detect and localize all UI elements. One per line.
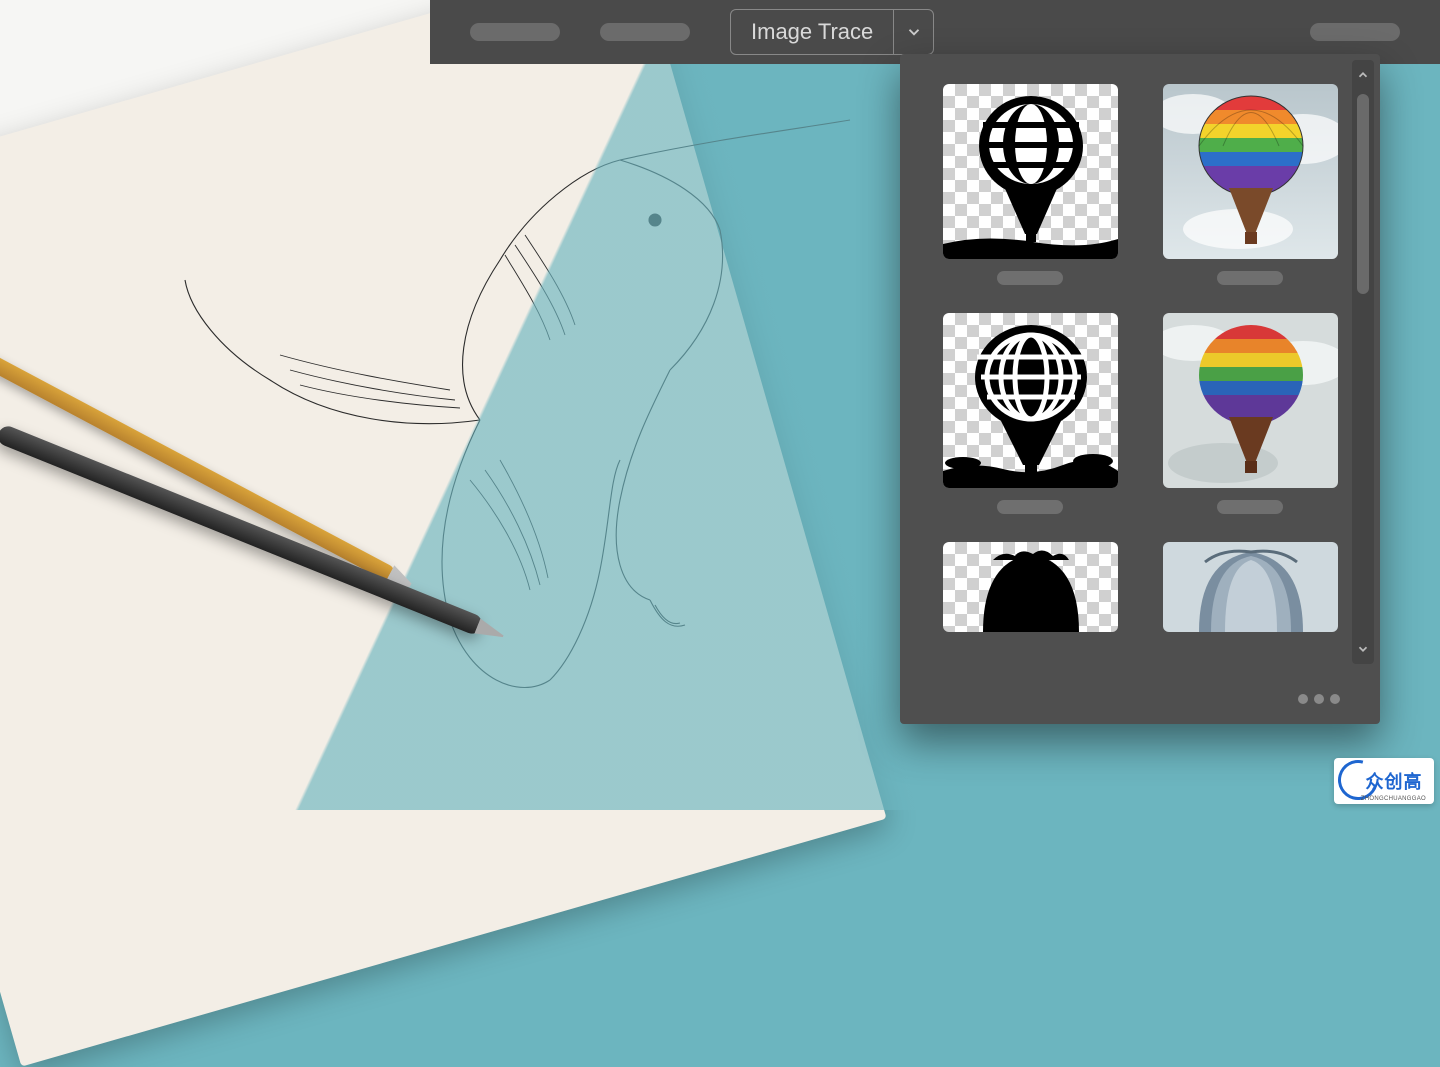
scroll-up-icon[interactable] [1352,60,1374,90]
panel-scrollbar[interactable] [1352,60,1374,664]
preset-thumb-color [1163,542,1338,632]
preset-item[interactable] [934,313,1126,514]
scrollbar-thumb[interactable] [1357,94,1369,294]
preset-label [1217,500,1283,514]
preset-label [1217,271,1283,285]
preset-thumb-color [1163,84,1338,259]
preset-label [997,500,1063,514]
panel-menu-icon[interactable] [1330,694,1340,704]
panel-menu-icon[interactable] [1298,694,1308,704]
preset-thumb-color [1163,313,1338,488]
preset-item[interactable] [934,84,1126,285]
preset-grid [934,84,1346,632]
dropdown-label: Image Trace [731,19,893,45]
preset-thumb-bw [943,542,1118,632]
preset-thumb-bw [943,313,1118,488]
scroll-down-icon[interactable] [1352,634,1374,664]
hummingbird-sketch [150,80,870,720]
image-trace-presets-panel [900,54,1380,724]
panel-menu-icon[interactable] [1314,694,1324,704]
toolbar-placeholder [600,23,690,41]
panel-footer [900,674,1380,724]
chevron-down-icon[interactable] [893,10,933,54]
watermark-logo: 众创高 ZHONGCHUANGGAO [1334,758,1434,804]
preset-thumb-bw [943,84,1118,259]
preset-item[interactable] [934,542,1126,632]
preset-item[interactable] [1154,84,1346,285]
preset-label [997,271,1063,285]
preset-item[interactable] [1154,313,1346,514]
image-trace-dropdown[interactable]: Image Trace [730,9,934,55]
preset-item[interactable] [1154,542,1346,632]
toolbar-placeholder [470,23,560,41]
toolbar-placeholder [1310,23,1400,41]
watermark-pinyin: ZHONGCHUANGGAO [1361,796,1426,802]
